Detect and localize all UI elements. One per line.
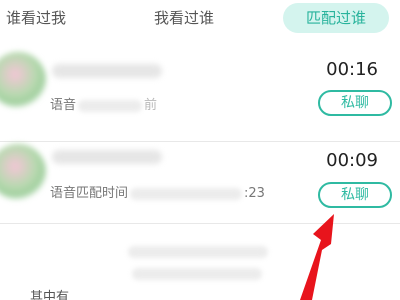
blurred-notice-line [132,268,262,280]
tab-bar: 谁看过我 我看过谁 匹配过谁 [0,0,400,36]
call-duration: 00:16 [326,59,378,80]
call-duration: 00:09 [326,150,378,171]
blurred-time [78,99,143,112]
private-chat-button[interactable]: 私聊 [318,90,392,116]
blurred-username [52,150,162,164]
blurred-time [130,187,243,200]
subtitle-prefix: 语音 [50,98,77,113]
subtitle-suffix: :23 [244,186,265,201]
notice-text: 其中有 [30,290,70,300]
list-item[interactable]: 语音 前 00:16 私聊 [0,42,400,142]
tab-matched[interactable]: 匹配过谁 [283,3,389,33]
arrow-shape [300,214,334,300]
blurred-username [52,64,162,78]
subtitle-suffix: 前 [144,98,158,113]
avatar[interactable] [0,144,46,200]
match-subtitle: 语音 前 [50,94,157,113]
blurred-notice-line [128,246,268,258]
tab-i-viewed[interactable]: 我看过谁 [154,6,214,30]
avatar[interactable] [0,52,46,108]
tab-who-viewed-me[interactable]: 谁看过我 [6,6,66,30]
list-item[interactable]: 语音匹配时间 :23 00:09 私聊 [0,142,400,224]
private-chat-button[interactable]: 私聊 [318,182,392,208]
match-subtitle: 语音匹配时间 :23 [50,182,265,201]
subtitle-prefix: 语音匹配时间 [50,186,129,201]
